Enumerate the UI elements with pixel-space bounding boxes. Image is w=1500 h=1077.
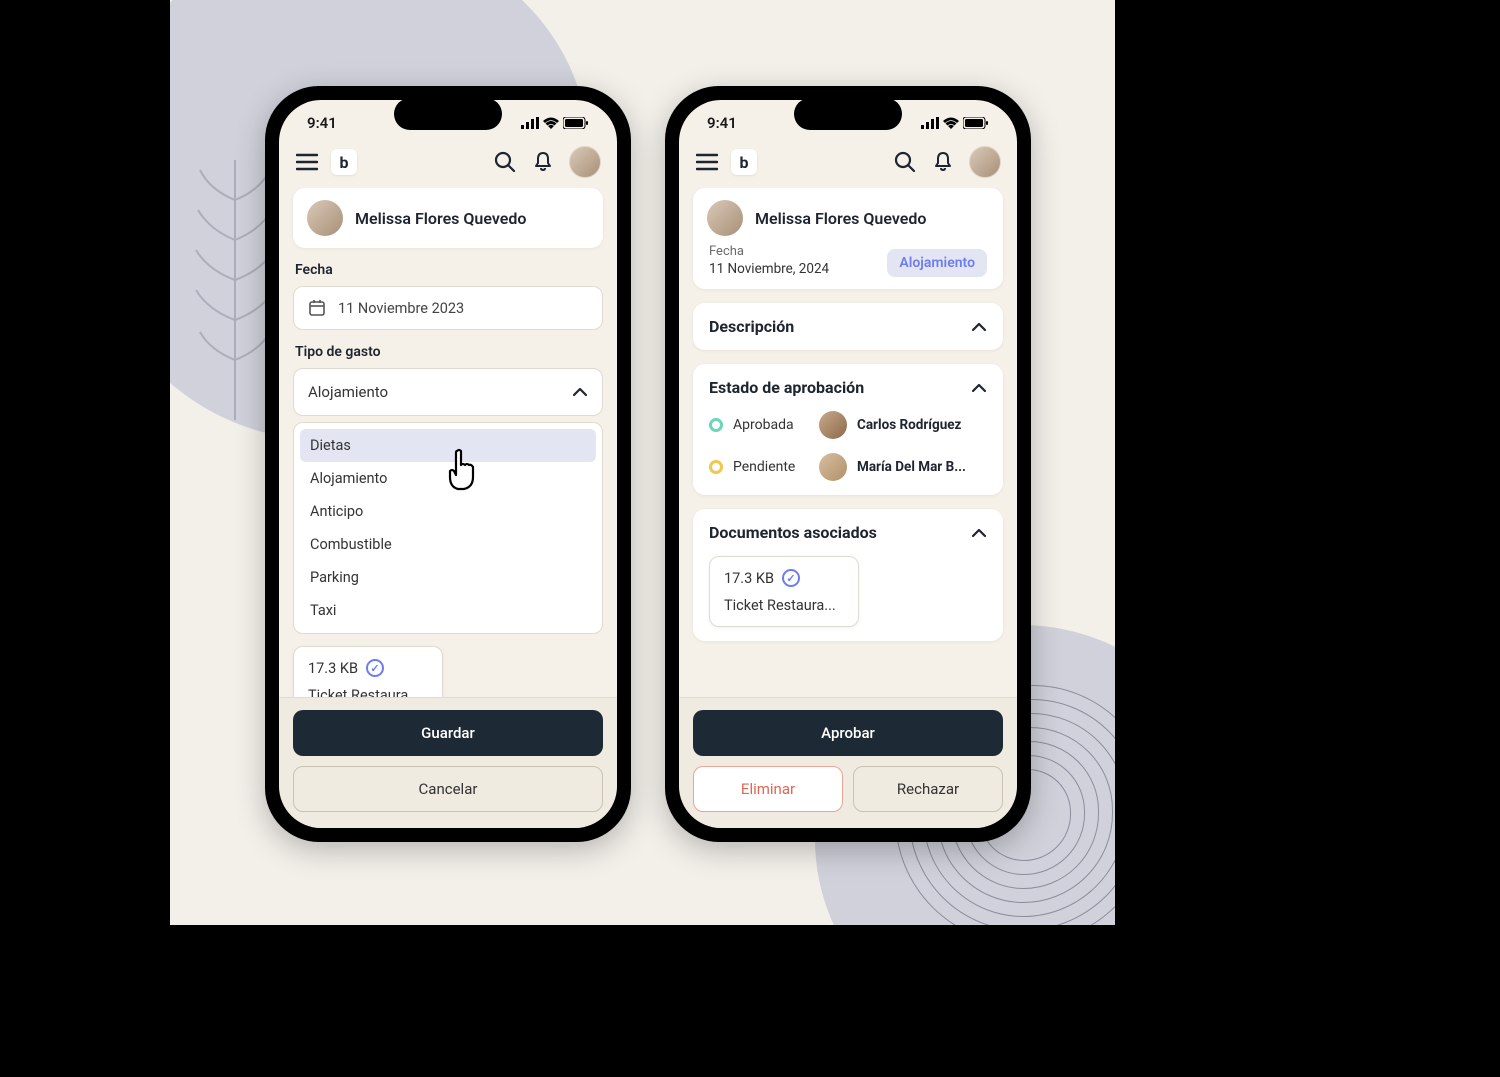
dropdown-option-alojamiento[interactable]: Alojamiento [300,462,596,495]
document-name: Ticket Restaura... [308,687,428,697]
search-icon[interactable] [493,150,517,174]
date-value: 11 Noviembre 2023 [338,300,464,317]
form-footer: Aprobar Eliminar Rechazar [679,697,1017,828]
save-button[interactable]: Guardar [293,710,603,756]
reject-button[interactable]: Rechazar [853,766,1003,812]
expense-type-dropdown: Dietas Alojamiento Anticipo Combustible … [293,422,603,634]
phone-frame-left: 9:41 b [265,86,631,842]
menu-icon[interactable] [695,150,719,174]
wifi-icon [943,117,959,129]
document-name: Ticket Restaura... [724,597,844,614]
phone-frame-right: 9:41 b [665,86,1031,842]
status-icons [921,114,989,132]
dropdown-option-parking[interactable]: Parking [300,561,596,594]
battery-icon [563,117,589,129]
expense-type-value: Alojamiento [308,383,388,401]
cancel-button[interactable]: Cancelar [293,766,603,812]
approver-avatar [819,411,847,439]
status-icons [521,114,589,132]
app-logo[interactable]: b [731,149,757,175]
menu-icon[interactable] [295,150,319,174]
date-label: Fecha [295,262,601,278]
user-avatar[interactable] [569,146,601,178]
expense-type-tag: Alojamiento [887,249,987,277]
bell-icon[interactable] [531,150,555,174]
status-dot-pending [709,460,723,474]
approval-title: Estado de aprobación [709,378,864,397]
approver-avatar [819,453,847,481]
description-card: Descripción [693,303,1003,350]
calendar-icon [308,299,326,317]
app-logo[interactable]: b [331,149,357,175]
delete-button[interactable]: Eliminar [693,766,843,812]
approval-toggle[interactable]: Estado de aprobación [709,378,987,397]
status-time: 9:41 [707,114,737,132]
approve-button[interactable]: Aprobar [693,710,1003,756]
approver-name: María Del Mar B... [857,459,987,475]
approval-status: Pendiente [733,459,809,475]
documents-toggle[interactable]: Documentos asociados [709,523,987,542]
date-label: Fecha [709,244,829,259]
bell-icon[interactable] [931,150,955,174]
form-footer: Guardar Cancelar [279,697,617,828]
dropdown-option-anticipo[interactable]: Anticipo [300,495,596,528]
document-chip[interactable]: 17.3 KB ✓ Ticket Restaura... [709,556,859,627]
user-card: Melissa Flores Quevedo [293,188,603,248]
documents-card: Documentos asociados 17.3 KB ✓ Ticket Re… [693,509,1003,641]
check-icon: ✓ [782,569,800,587]
approval-row: Aprobada Carlos Rodríguez [709,411,987,439]
documents-title: Documentos asociados [709,523,877,542]
approval-status: Aprobada [733,417,809,433]
wifi-icon [543,117,559,129]
document-size: 17.3 KB [308,660,358,677]
approval-row: Pendiente María Del Mar B... [709,453,987,481]
approver-name: Carlos Rodríguez [857,417,987,433]
description-title: Descripción [709,317,794,336]
date-value: 11 Noviembre, 2024 [709,261,829,277]
approval-status-card: Estado de aprobación Aprobada Carlos Rod… [693,364,1003,495]
chevron-up-icon [971,383,987,393]
status-dot-approved [709,418,723,432]
chevron-up-icon [971,528,987,538]
check-icon: ✓ [366,659,384,677]
user-avatar[interactable] [969,146,1001,178]
user-avatar [707,200,743,236]
user-card: Melissa Flores Quevedo Fecha 11 Noviembr… [693,188,1003,289]
signal-icon [921,117,939,129]
signal-icon [521,117,539,129]
status-time: 9:41 [307,114,337,132]
expense-type-label: Tipo de gasto [295,344,601,360]
search-icon[interactable] [893,150,917,174]
dropdown-option-taxi[interactable]: Taxi [300,594,596,627]
phone-notch [394,98,502,130]
app-bar: b [279,136,617,188]
dropdown-option-combustible[interactable]: Combustible [300,528,596,561]
app-bar: b [679,136,1017,188]
document-chip[interactable]: 17.3 KB ✓ Ticket Restaura... [293,646,443,697]
background-canvas: 9:41 b [170,0,1115,925]
document-size: 17.3 KB [724,570,774,587]
description-toggle[interactable]: Descripción [709,317,987,336]
chevron-up-icon [971,322,987,332]
date-input[interactable]: 11 Noviembre 2023 [293,286,603,330]
expense-type-select[interactable]: Alojamiento [293,368,603,416]
user-name: Melissa Flores Quevedo [355,209,526,228]
user-name: Melissa Flores Quevedo [755,209,926,228]
chevron-up-icon [572,387,588,397]
phone-notch [794,98,902,130]
battery-icon [963,117,989,129]
user-avatar [307,200,343,236]
dropdown-option-dietas[interactable]: Dietas [300,429,596,462]
